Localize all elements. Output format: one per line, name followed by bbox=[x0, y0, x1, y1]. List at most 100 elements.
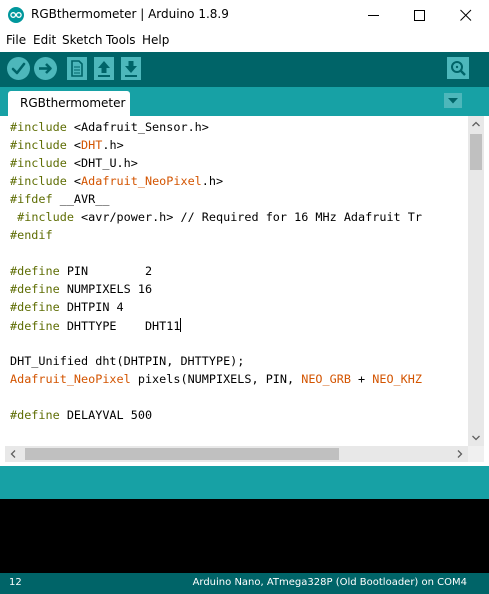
code-text: NUMPIXELS 16 bbox=[59, 282, 153, 296]
horizontal-scrollbar[interactable] bbox=[5, 446, 468, 462]
code-text: + bbox=[350, 372, 373, 386]
maximize-icon bbox=[414, 10, 425, 21]
code-line: #include <DHT.h> bbox=[10, 138, 124, 156]
tab-bar: RGBthermometer bbox=[0, 87, 489, 116]
close-button[interactable] bbox=[443, 0, 489, 30]
new-sketch-button[interactable] bbox=[67, 57, 87, 80]
code-line: #define DHTPIN 4 bbox=[10, 300, 124, 318]
save-sketch-button[interactable] bbox=[121, 57, 141, 80]
code-line: #endif bbox=[10, 228, 53, 246]
scroll-right-arrow[interactable] bbox=[452, 446, 468, 462]
scroll-left-arrow[interactable] bbox=[5, 446, 21, 462]
code-keyword: #define bbox=[10, 282, 60, 296]
window-title: RGBthermometer | Arduino 1.8.9 bbox=[31, 7, 229, 21]
menu-bar: File Edit Sketch Tools Help bbox=[0, 30, 489, 52]
chevron-left-icon bbox=[10, 450, 16, 458]
code-keyword: #include bbox=[10, 120, 67, 134]
chevron-down-icon bbox=[472, 435, 480, 441]
serial-monitor-button[interactable] bbox=[447, 57, 469, 79]
code-line: #include <Adafruit_NeoPixel.h> bbox=[10, 174, 223, 192]
code-keyword: #include bbox=[10, 174, 67, 188]
console-output[interactable] bbox=[0, 499, 489, 573]
board-port-info: Arduino Nano, ATmega328P (Old Bootloader… bbox=[192, 577, 467, 588]
code-text: <Adafruit_Sensor.h> bbox=[66, 120, 209, 134]
chevron-up-icon bbox=[472, 121, 480, 127]
code-keyword: #include bbox=[17, 210, 74, 224]
tab-rgbthermometer[interactable]: RGBthermometer bbox=[8, 91, 130, 116]
code-text: DELAYVAL 500 bbox=[59, 408, 153, 422]
menu-edit[interactable]: Edit bbox=[33, 33, 56, 47]
chevron-right-icon bbox=[457, 450, 463, 458]
code-text: <DHT_U.h> bbox=[66, 156, 138, 170]
minimize-button[interactable] bbox=[351, 0, 397, 30]
code-keyword: #include bbox=[10, 138, 67, 152]
menu-file[interactable]: File bbox=[6, 33, 26, 47]
verify-button[interactable] bbox=[7, 57, 30, 80]
tab-menu-button[interactable] bbox=[444, 93, 462, 108]
code-line: DHT_Unified dht(DHTPIN, DHTTYPE); bbox=[10, 354, 244, 372]
scroll-up-arrow[interactable] bbox=[468, 116, 484, 132]
menu-tools[interactable]: Tools bbox=[106, 33, 136, 47]
code-text: PIN 2 bbox=[59, 264, 153, 278]
menu-sketch[interactable]: Sketch bbox=[62, 33, 102, 47]
text-caret bbox=[180, 318, 182, 332]
code-line: #define NUMPIXELS 16 bbox=[10, 282, 152, 300]
code-line: #include <Adafruit_Sensor.h> bbox=[10, 120, 209, 138]
code-text: .h> bbox=[201, 174, 224, 188]
code-keyword: #include bbox=[10, 156, 67, 170]
open-sketch-button[interactable] bbox=[94, 57, 114, 80]
menu-help[interactable]: Help bbox=[142, 33, 169, 47]
code-line: #define DELAYVAL 500 bbox=[10, 408, 152, 426]
horizontal-scroll-thumb[interactable] bbox=[25, 448, 339, 460]
maximize-button[interactable] bbox=[397, 0, 443, 30]
code-line: #define DHTTYPE DHT11 bbox=[10, 318, 182, 336]
arduino-logo-icon bbox=[8, 7, 24, 23]
serial-monitor-icon bbox=[451, 61, 466, 76]
new-icon bbox=[71, 60, 83, 77]
code-keyword: #define bbox=[10, 408, 60, 422]
scroll-corner bbox=[468, 446, 484, 462]
code-editor[interactable]: #include <Adafruit_Sensor.h> #include <DH… bbox=[0, 116, 484, 462]
code-text: pixels(NUMPIXELS, PIN, bbox=[130, 372, 302, 386]
upload-icon bbox=[39, 63, 52, 74]
code-text: < bbox=[66, 138, 82, 152]
title-bar: RGBthermometer | Arduino 1.8.9 bbox=[0, 0, 489, 30]
upload-button[interactable] bbox=[34, 57, 57, 80]
code-text: DHTPIN 4 bbox=[59, 300, 124, 314]
tab-label: RGBthermometer bbox=[20, 96, 126, 110]
tab-menu-arrow-icon bbox=[448, 98, 458, 104]
vertical-scrollbar[interactable] bbox=[468, 116, 484, 446]
toolbar bbox=[0, 52, 489, 87]
code-keyword: #define bbox=[10, 300, 60, 314]
code-library-name: Adafruit_NeoPixel bbox=[81, 174, 202, 188]
code-keyword: #define bbox=[10, 319, 60, 333]
code-keyword: #define bbox=[10, 264, 60, 278]
code-line: #include <avr/power.h> // Required for 1… bbox=[10, 210, 422, 228]
code-library-name: NEO_GRB bbox=[301, 372, 351, 386]
minimize-icon bbox=[368, 15, 379, 16]
close-icon bbox=[460, 9, 472, 21]
arduino-ide-window: RGBthermometer | Arduino 1.8.9 File Edit… bbox=[0, 0, 489, 594]
code-library-name: Adafruit_NeoPixel bbox=[10, 372, 131, 386]
verify-icon bbox=[11, 62, 26, 75]
code-line: #define PIN 2 bbox=[10, 264, 152, 282]
code-line: Adafruit_NeoPixel pixels(NUMPIXELS, PIN,… bbox=[10, 372, 422, 390]
footer-bar: 12 Arduino Nano, ATmega328P (Old Bootloa… bbox=[0, 573, 489, 594]
line-number: 12 bbox=[9, 577, 22, 588]
save-icon bbox=[125, 61, 137, 77]
code-text: __AVR__ bbox=[52, 192, 110, 206]
open-icon bbox=[98, 61, 110, 77]
code-text: DHTTYPE DHT11 bbox=[59, 319, 181, 333]
code-keyword: #ifdef bbox=[10, 192, 53, 206]
code-keyword: #endif bbox=[10, 228, 53, 242]
code-text: < bbox=[66, 174, 82, 188]
status-bar bbox=[0, 466, 489, 499]
code-text: <avr/power.h> // Required for 16 MHz Ada… bbox=[73, 210, 422, 224]
code-text: .h> bbox=[102, 138, 124, 152]
code-line: #include <DHT_U.h> bbox=[10, 156, 138, 174]
code-text: DHT_Unified dht(DHTPIN, DHTTYPE); bbox=[10, 354, 245, 368]
code-library-name: NEO_KHZ bbox=[372, 372, 422, 386]
vertical-scroll-thumb[interactable] bbox=[470, 134, 482, 170]
code-library-name: DHT bbox=[81, 138, 103, 152]
scroll-down-arrow[interactable] bbox=[468, 430, 484, 446]
